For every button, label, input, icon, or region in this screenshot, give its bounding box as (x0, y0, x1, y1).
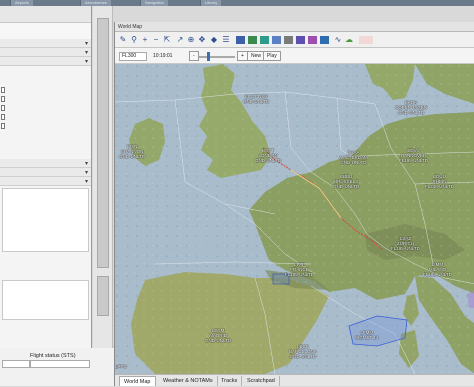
weather-icon[interactable]: ☁ (344, 35, 354, 45)
fir-label-limm[interactable]: LIMM MILANO FL195-UNLTD (423, 262, 452, 277)
measure-tool-icon[interactable]: ↗ (175, 35, 185, 45)
left-panel-text-area[interactable] (2, 280, 89, 320)
status-area: Flight status (STS) (0, 348, 114, 386)
left-panel-checkbox-row[interactable] (0, 86, 91, 95)
status-select[interactable] (2, 360, 30, 368)
chevron-down-icon: ▾ (84, 50, 88, 56)
zoom-out-icon[interactable]: − (151, 35, 161, 45)
left-panel-dropdown-4[interactable]: ▾ (0, 159, 91, 168)
layer-toggle-icon[interactable] (320, 36, 329, 44)
chevron-down-icon: ▾ (84, 179, 88, 185)
fir-label-lecm[interactable]: LECM MADRID GND-UNLTD (205, 328, 231, 343)
top-tab-library[interactable]: Library (200, 0, 222, 6)
time-slider-track[interactable] (199, 56, 235, 58)
layer-toggle-icon[interactable] (248, 36, 257, 44)
left-panel-checkbox-row[interactable] (0, 104, 91, 113)
layer-toggle-icon[interactable] (296, 36, 305, 44)
flight-level-select[interactable]: FL300 (119, 52, 147, 61)
left-panel-spacer (0, 66, 91, 86)
fir-label-lppc[interactable]: LPPC (115, 364, 127, 369)
left-panel-header (0, 6, 91, 23)
world-map-view[interactable]: SCOTTISH GND-UNLTD EKDK COPENHAGEN GND-UNL… (115, 64, 474, 374)
time-slider-knob[interactable] (207, 52, 210, 61)
flight-status-select[interactable] (30, 360, 90, 368)
fir-label-eduu[interactable]: EDUU RHEIN FL245-UNLTD (425, 174, 454, 189)
fir-label-eisn[interactable]: EISN SHANNON GND-UNLTD (119, 144, 145, 159)
left-panel-dropdown-1[interactable]: ▾ (0, 39, 91, 48)
tab-weather-notams[interactable]: Weather & NOTAMs (159, 376, 218, 386)
target-icon[interactable]: ⊕ (186, 35, 196, 45)
sigmet-label[interactable]: LFMM SIGMET 14 (355, 330, 378, 340)
checkbox[interactable] (1, 87, 5, 93)
fir-label-lfff[interactable]: LFFF FRANCE FL195-UNLTD (285, 262, 314, 277)
tab-tracks[interactable]: Tracks (217, 376, 243, 386)
chevron-down-icon: ▾ (84, 41, 88, 47)
time-display: 10:19:01 (153, 53, 173, 59)
tab-scratchpad[interactable]: Scratchpad (243, 376, 280, 386)
left-panel-dropdown-2[interactable]: ▾ (0, 48, 91, 57)
move-icon[interactable]: ✥ (197, 35, 207, 45)
route-icon[interactable]: ∿ (333, 35, 343, 45)
checkbox[interactable] (1, 123, 5, 129)
left-panel-text-area[interactable] (2, 188, 89, 252)
chevron-down-icon: ▾ (84, 161, 88, 167)
left-panel-checkbox-row[interactable] (0, 122, 91, 131)
left-panel-dropdown-3[interactable]: ▾ (0, 57, 91, 66)
alert-badge-icon[interactable] (359, 36, 373, 44)
scrollbar-thumb[interactable] (97, 276, 109, 316)
left-panel: ▾ ▾ ▾ ▾ ▾ ▾ (0, 6, 92, 376)
layer-toggle-icon[interactable] (272, 36, 281, 44)
left-panel-blank (0, 23, 91, 39)
time-minus-button[interactable]: - (189, 51, 199, 61)
left-panel-spacer (0, 254, 91, 278)
fit-view-icon[interactable]: ⇱ (162, 35, 172, 45)
map-bottom-tabs: World Map Weather & NOTAMs Tracks Scratc… (115, 374, 474, 386)
flight-status-label: Flight status (STS) (30, 353, 76, 359)
fir-label-lecb[interactable]: LECB BARCELONA GND-UNLTD (289, 344, 317, 359)
checkbox[interactable] (1, 105, 5, 111)
vertical-scrollbar[interactable] (93, 6, 113, 376)
fir-label-ebbu[interactable]: EBBU BRUSSELS GND-UNLTD (333, 174, 359, 189)
chevron-down-icon: ▾ (84, 59, 88, 65)
checkbox[interactable] (1, 96, 5, 102)
layers-icon[interactable]: ☰ (221, 35, 231, 45)
chevron-down-icon: ▾ (84, 170, 88, 176)
layer-toggle-icon[interactable] (308, 36, 317, 44)
left-panel-dropdown-6[interactable]: ▾ (0, 177, 91, 186)
select-tool-icon[interactable]: ✎ (118, 35, 128, 45)
left-panel-checkbox-row[interactable] (0, 113, 91, 122)
play-button[interactable]: Play (263, 51, 281, 61)
map-window: World Map ✎ ⚲ + − ⇱ ↗ ⊕ ✥ ◆ ☰ ∿ ☁ FL300 … (114, 22, 474, 386)
map-toolbar: ✎ ⚲ + − ⇱ ↗ ⊕ ✥ ◆ ☰ ∿ ☁ (115, 32, 474, 48)
layer-toggle-icon[interactable] (260, 36, 269, 44)
fir-label-edvv[interactable]: EDVV HANNOVER FL195-UNLTD (399, 148, 428, 163)
checkbox[interactable] (1, 114, 5, 120)
fir-label-ehaa[interactable]: EHAA AMSTERDAM GND-UNLTD (339, 150, 368, 165)
tab-world-map[interactable]: World Map (119, 376, 156, 386)
layer-toggle-icon[interactable] (236, 36, 245, 44)
left-panel-spacer (0, 131, 91, 159)
fir-label-ekdk[interactable]: EKDK COPENHAGEN GND-UNLTD (395, 100, 427, 115)
map-controls-bar: FL300 10:19:01 - + New Play (115, 48, 474, 64)
left-panel-checkbox-row[interactable] (0, 95, 91, 104)
map-window-title: World Map (115, 22, 474, 32)
zoom-in-icon[interactable]: + (140, 35, 150, 45)
fir-label-egtt[interactable]: EGTT LONDON GND-UNLTD (255, 148, 281, 163)
scrollbar-thumb[interactable] (97, 18, 109, 268)
fir-label-scottish[interactable]: SCOTTISH GND-UNLTD (243, 94, 269, 104)
top-tab-navigation[interactable]: Navigation (140, 0, 168, 6)
zoom-search-icon[interactable]: ⚲ (129, 35, 139, 45)
layer-toggle-icon[interactable] (284, 36, 293, 44)
left-panel-dropdown-5[interactable]: ▾ (0, 168, 91, 177)
fir-label-lsaz[interactable]: LSAZ ZURICH FL195-UNLTD (391, 236, 420, 251)
compass-icon[interactable]: ◆ (209, 35, 219, 45)
